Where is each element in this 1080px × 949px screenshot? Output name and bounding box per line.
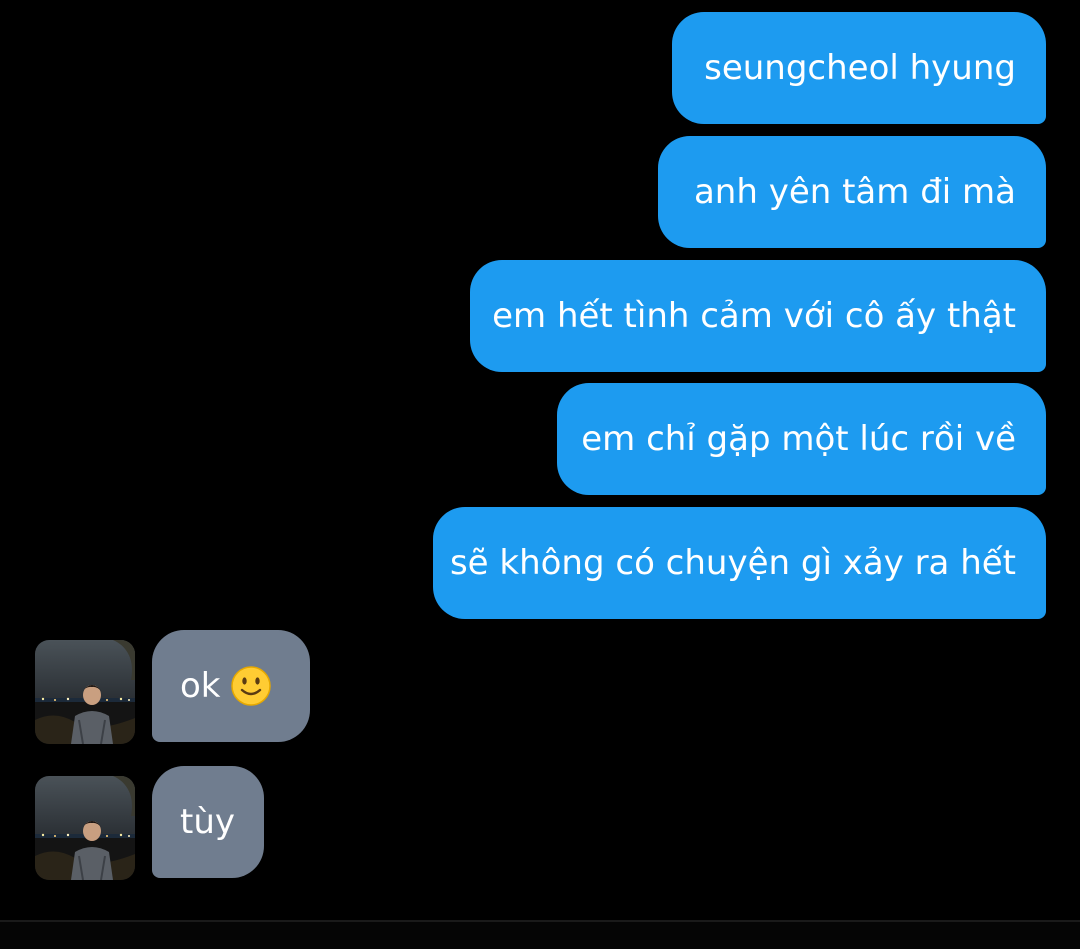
avatar-photo (35, 640, 135, 744)
outgoing-message-bubble[interactable]: seungcheol hyung (672, 12, 1046, 124)
slightly-smiling-face-emoji (230, 666, 271, 706)
message-text: tùy (180, 802, 236, 842)
outgoing-message-bubble[interactable]: sẽ không có chuyện gì xảy ra hết (433, 507, 1046, 619)
outgoing-message-bubble[interactable]: anh yên tâm đi mà (658, 136, 1046, 248)
bottom-divider (0, 920, 1080, 949)
incoming-message-bubble[interactable]: tùy (152, 766, 264, 878)
outgoing-message-bubble[interactable]: em chỉ gặp một lúc rồi về (557, 383, 1046, 495)
message-text: em hết tình cảm với cô ấy thật (492, 296, 1016, 336)
message-text: anh yên tâm đi mà (693, 172, 1016, 212)
outgoing-message-bubble[interactable]: em hết tình cảm với cô ấy thật (470, 260, 1046, 372)
contact-avatar[interactable] (35, 776, 135, 880)
incoming-message-bubble[interactable]: ok (152, 630, 310, 742)
message-text: seungcheol hyung (704, 48, 1016, 88)
message-text: ok (180, 666, 221, 706)
message-text: em chỉ gặp một lúc rồi về (581, 419, 1016, 459)
contact-avatar[interactable] (35, 640, 135, 744)
avatar-photo (35, 776, 135, 880)
message-text: sẽ không có chuyện gì xảy ra hết (449, 543, 1016, 583)
